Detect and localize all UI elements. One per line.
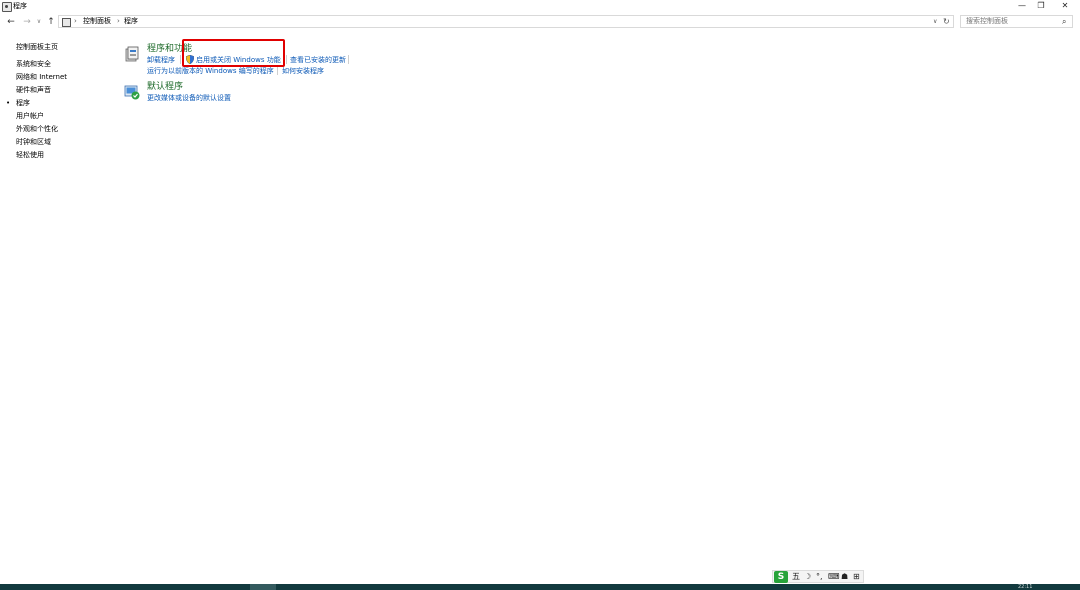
link-separator (180, 55, 181, 64)
category-title-default-programs[interactable]: 默认程序 (147, 81, 183, 93)
search-icon[interactable]: ⌕ (1062, 17, 1066, 26)
sidebar-item-system-security[interactable]: 系统和安全 (16, 59, 51, 69)
navigation-bar: ← → ∨ ↑ › 控制面板 › 程序 ∨ ↻ 搜索控制面板 ⌕ (0, 14, 1080, 30)
link-change-default-settings[interactable]: 更改媒体或设备的默认设置 (147, 93, 231, 103)
breadcrumb-chevron-icon[interactable]: › (117, 16, 120, 27)
chevron-down-icon[interactable]: ∨ (933, 16, 937, 27)
sogou-logo-icon[interactable]: S (774, 571, 788, 583)
grid-icon[interactable]: ⊞ (853, 571, 860, 583)
keyboard-icon[interactable]: ⌨ (828, 571, 840, 583)
sidebar-item-hardware-sound[interactable]: 硬件和声音 (16, 85, 51, 95)
sidebar-item-ease-of-access[interactable]: 轻松使用 (16, 150, 44, 160)
default-programs-icon[interactable] (124, 84, 140, 100)
search-input[interactable]: 搜索控制面板 (966, 16, 1008, 27)
user-icon[interactable]: ☗ (841, 571, 848, 583)
programs-features-icon[interactable] (124, 46, 140, 62)
taskbar-app-button[interactable] (250, 584, 276, 590)
breadcrumb-control-panel[interactable]: 控制面板 (83, 16, 111, 27)
link-how-to-install[interactable]: 如何安装程序 (282, 66, 324, 76)
breadcrumb-chevron-icon[interactable]: › (74, 16, 77, 27)
address-bar[interactable]: › 控制面板 › 程序 ∨ ↻ (58, 15, 954, 28)
search-box[interactable]: 搜索控制面板 ⌕ (960, 15, 1073, 28)
window-title: 程序 (13, 2, 27, 10)
recent-locations-button[interactable]: ∨ (35, 14, 43, 30)
control-panel-icon (62, 18, 71, 27)
control-panel-window: 程序 — ❐ ✕ ← → ∨ ↑ › 控制面板 › 程序 ∨ ↻ 搜索控制面板 … (0, 0, 1080, 590)
title-bar: 程序 — ❐ ✕ (0, 0, 1080, 13)
breadcrumb-programs[interactable]: 程序 (124, 16, 138, 27)
highlight-box (182, 39, 285, 67)
close-button[interactable]: ✕ (1053, 0, 1077, 13)
link-compatibility-programs[interactable]: 运行为以前版本的 Windows 编写的程序 (147, 66, 274, 76)
sidebar-item-network[interactable]: 网络和 Internet (16, 72, 67, 82)
link-separator (277, 66, 278, 75)
input-mode-wubi[interactable]: 五 (792, 571, 800, 583)
sidebar-item-home[interactable]: 控制面板主页 (16, 42, 58, 52)
back-button[interactable]: ← (5, 14, 17, 30)
link-separator (348, 55, 349, 64)
sidebar-item-user-accounts[interactable]: 用户帐户 (16, 111, 44, 121)
link-separator (286, 55, 287, 64)
current-item-bullet: • (6, 99, 11, 107)
sidebar-item-clock-region[interactable]: 时钟和区域 (16, 137, 51, 147)
moon-icon[interactable]: ☽ (804, 571, 811, 583)
taskbar-clock[interactable]: 22:11 (1018, 584, 1040, 590)
refresh-icon[interactable]: ↻ (943, 16, 950, 27)
forward-button[interactable]: → (21, 14, 33, 30)
link-view-installed-updates[interactable]: 查看已安装的更新 (290, 55, 346, 65)
link-uninstall-program[interactable]: 卸载程序 (147, 55, 175, 65)
punctuation-icon[interactable]: °, (816, 571, 823, 583)
maximize-button[interactable]: ❐ (1029, 0, 1053, 13)
sidebar-item-programs[interactable]: 程序 (16, 98, 30, 108)
sidebar-item-appearance[interactable]: 外观和个性化 (16, 124, 58, 134)
up-button[interactable]: ↑ (46, 14, 56, 30)
control-panel-icon (2, 2, 12, 12)
ime-toolbar: S 五 ☽ °, ⌨ ☗ ⊞ (772, 570, 864, 583)
taskbar: 22:11 (0, 584, 1080, 590)
